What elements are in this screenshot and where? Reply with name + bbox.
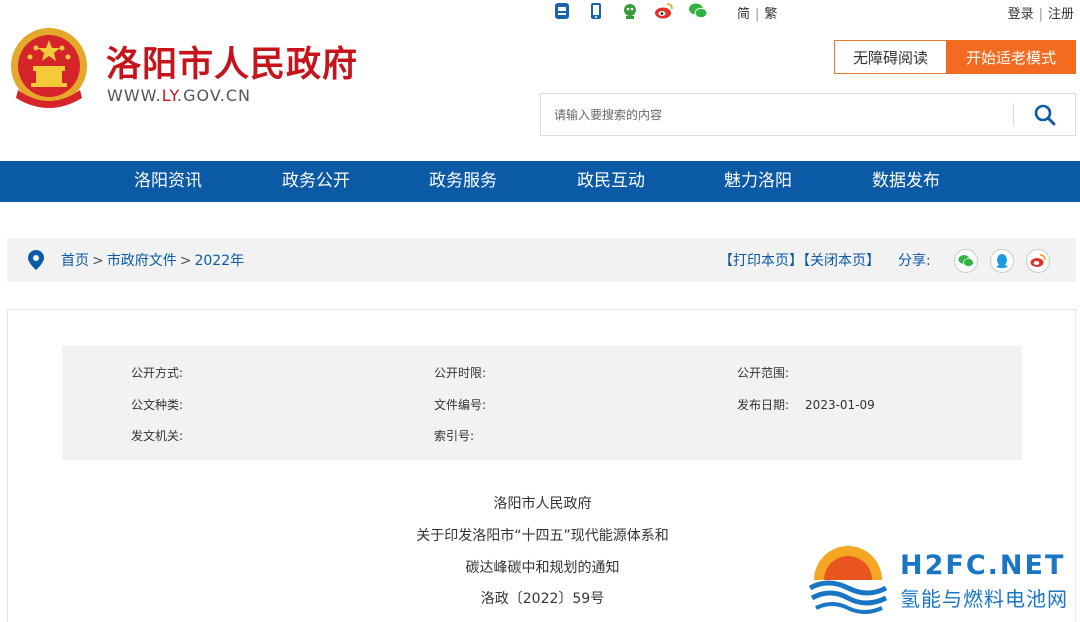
wechat-icon bbox=[958, 255, 974, 267]
meta-open-period: 公开时限: bbox=[434, 366, 487, 380]
elder-mode-button[interactable]: 开始适老模式 bbox=[946, 40, 1076, 74]
lang-traditional-link[interactable]: 繁 bbox=[764, 7, 777, 22]
document-meta-table: 公开方式: 公开时限: 公开范围: 公文种类: 文件编号: 发布日期: 2023-… bbox=[62, 346, 1022, 460]
meta-doc-type: 公文种类: bbox=[131, 398, 184, 412]
search-button[interactable] bbox=[1025, 101, 1065, 129]
mobile-icon[interactable] bbox=[586, 2, 606, 20]
weibo-icon[interactable] bbox=[654, 2, 674, 20]
share-weibo-button[interactable] bbox=[1026, 249, 1050, 273]
nav-item-luoyang-news[interactable]: 洛阳资讯 bbox=[134, 161, 202, 202]
breadcrumb-arrow: > bbox=[179, 253, 192, 269]
watermark-subtitle: 氢能与燃料电池网 bbox=[900, 587, 1068, 611]
share-qq-button[interactable] bbox=[990, 249, 1014, 273]
search-icon bbox=[1034, 104, 1056, 126]
page: 洛阳市人民政府 WWW.LY.GOV.CN 简 | 繁 登录 | 注册 无障碍阅读 开始… bbox=[0, 0, 1080, 622]
meta-publish-date: 发布日期: 2023-01-09 bbox=[737, 398, 875, 412]
nav-item-gov-affairs-open[interactable]: 政务公开 bbox=[282, 161, 350, 202]
print-page-link[interactable]: 【打印本页】 bbox=[719, 253, 803, 269]
site-url: WWW.LY.GOV.CN bbox=[107, 86, 251, 105]
share-label: 分享: bbox=[898, 253, 931, 269]
watermark: H2FC.NET 氢能与燃料电池网 bbox=[808, 544, 1080, 622]
lang-simplified-link[interactable]: 简 bbox=[737, 7, 750, 22]
meta-open-method: 公开方式: bbox=[131, 366, 184, 380]
register-link[interactable]: 注册 bbox=[1048, 7, 1074, 22]
breadcrumb-arrow: > bbox=[92, 253, 104, 269]
wechat-icon[interactable] bbox=[688, 2, 708, 20]
meta-open-scope: 公开范围: bbox=[737, 366, 790, 380]
nav-item-interaction[interactable]: 政民互动 bbox=[577, 161, 645, 202]
qq-icon bbox=[996, 254, 1008, 269]
share-wechat-button[interactable] bbox=[954, 249, 978, 273]
login-link[interactable]: 登录 bbox=[1008, 7, 1034, 22]
watermark-name: H2FC.NET bbox=[900, 550, 1066, 581]
search-box bbox=[540, 93, 1076, 136]
weibo-icon bbox=[1030, 254, 1046, 267]
search-divider bbox=[1013, 103, 1014, 126]
breadcrumb-city-gov-docs[interactable]: 市政府文件 bbox=[107, 253, 177, 269]
close-page-link[interactable]: 【关闭本页】 bbox=[803, 253, 880, 269]
location-pin-icon bbox=[28, 250, 44, 270]
site-title: 洛阳市人民政府 bbox=[106, 45, 359, 85]
nav-item-gov-services[interactable]: 政务服务 bbox=[429, 161, 497, 202]
accessible-reading-button[interactable]: 无障碍阅读 bbox=[834, 40, 947, 74]
auth-links: 登录 | 注册 bbox=[1008, 3, 1074, 22]
auth-separator: | bbox=[1038, 7, 1043, 22]
main-nav: 洛阳资讯 政务公开 政务服务 政民互动 魅力洛阳 数据发布 bbox=[0, 161, 1080, 202]
national-emblem-icon bbox=[11, 28, 87, 108]
breadcrumb-bar: 首页 > 市政府文件 >2022年 【打印本页】【关闭本页】 分享: bbox=[7, 238, 1076, 282]
top-icon-bar bbox=[552, 2, 708, 20]
document-title-line-1: 关于印发洛阳市“十四五”现代能源体系和 bbox=[416, 528, 669, 544]
meta-issuer: 发文机关: bbox=[131, 429, 184, 443]
lang-separator: | bbox=[755, 7, 760, 22]
language-switch: 简 | 繁 bbox=[737, 3, 777, 22]
robot-icon[interactable] bbox=[620, 2, 640, 20]
nav-item-charm-luoyang[interactable]: 魅力洛阳 bbox=[724, 161, 792, 202]
search-input[interactable] bbox=[541, 94, 1011, 135]
breadcrumb: 首页 > 市政府文件 >2022年 bbox=[61, 250, 244, 270]
meta-doc-number: 文件编号: bbox=[434, 398, 487, 412]
breadcrumb-home[interactable]: 首页 bbox=[61, 253, 89, 269]
page-actions: 【打印本页】【关闭本页】 bbox=[719, 250, 880, 270]
breadcrumb-year[interactable]: 2022年 bbox=[194, 253, 244, 269]
nav-item-data-release[interactable]: 数据发布 bbox=[872, 161, 940, 202]
h2fc-logo-icon bbox=[808, 546, 888, 614]
document-issuer: 洛阳市人民政府 bbox=[493, 496, 592, 512]
app-icon[interactable] bbox=[552, 2, 572, 20]
meta-index-number: 索引号: bbox=[434, 429, 475, 443]
